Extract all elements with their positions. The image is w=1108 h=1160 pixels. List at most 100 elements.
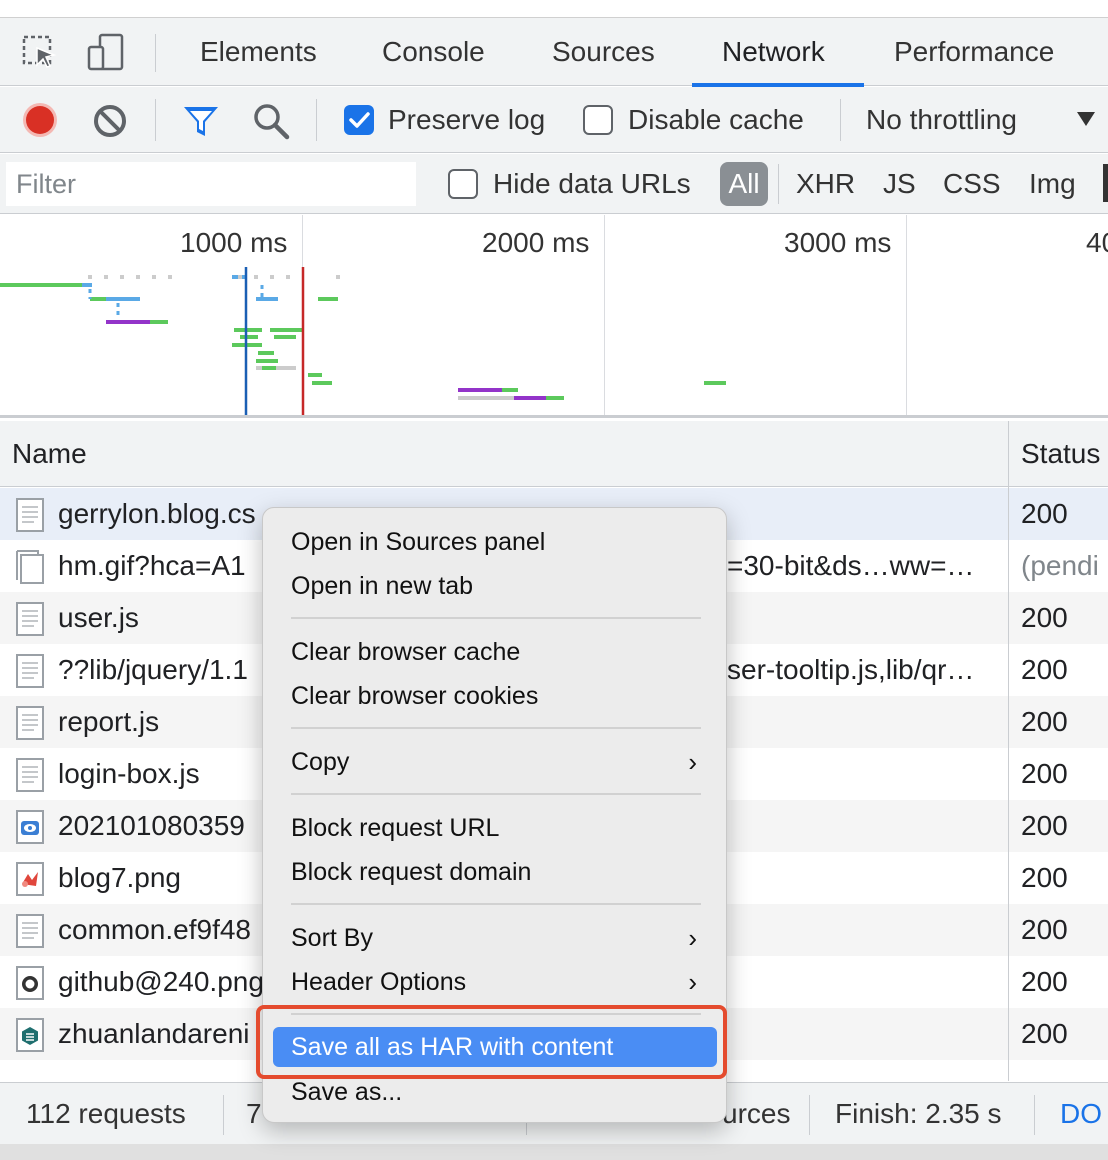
status-divider bbox=[223, 1095, 224, 1135]
request-status: 200 bbox=[1021, 862, 1068, 893]
menu-separator bbox=[291, 903, 701, 905]
type-filter-js[interactable]: JS bbox=[883, 154, 916, 214]
request-name-overflow: =30-bit&ds…ww=… bbox=[727, 550, 975, 581]
request-status: 200 bbox=[1021, 654, 1068, 685]
toolbar-divider bbox=[840, 99, 841, 141]
request-count: 112 requests bbox=[26, 1098, 186, 1129]
request-name: gerrylon.blog.cs bbox=[58, 498, 256, 529]
resources-size: urces bbox=[722, 1098, 791, 1129]
menu-item-copy[interactable]: Copy › bbox=[273, 742, 717, 782]
window-bottom-strip bbox=[0, 1144, 1108, 1160]
request-name: hm.gif?hca=A1 bbox=[58, 550, 246, 581]
hide-data-urls-label[interactable]: Hide data URLs bbox=[493, 154, 691, 214]
request-status: 200 bbox=[1021, 810, 1068, 841]
request-name: login-box.js bbox=[58, 758, 200, 789]
finish-time: Finish: 2.35 s bbox=[835, 1098, 1002, 1129]
search-icon[interactable] bbox=[252, 102, 290, 145]
menu-item-open-in-new-tab[interactable]: Open in new tab bbox=[273, 566, 717, 606]
type-filter-xhr[interactable]: XHR bbox=[796, 154, 855, 214]
image-file-icon bbox=[16, 862, 44, 896]
inspect-element-icon[interactable] bbox=[20, 32, 60, 72]
request-status: 200 bbox=[1021, 758, 1068, 789]
toolbar-divider bbox=[155, 99, 156, 141]
hide-data-urls-checkbox[interactable] bbox=[448, 169, 478, 199]
tab-network[interactable]: Network bbox=[722, 18, 825, 86]
column-header-name[interactable]: Name bbox=[12, 421, 87, 487]
type-filter-overflow bbox=[1103, 164, 1108, 202]
status-divider bbox=[1034, 1095, 1035, 1135]
tab-console[interactable]: Console bbox=[382, 18, 485, 86]
preserve-log-checkbox[interactable] bbox=[344, 105, 374, 135]
menu-item-block-request-url[interactable]: Block request URL bbox=[273, 808, 717, 848]
throttling-select[interactable]: No throttling bbox=[866, 87, 1017, 153]
menu-item-open-in-sources[interactable]: Open in Sources panel bbox=[273, 522, 717, 562]
request-name: zhuanlandareni bbox=[58, 1018, 250, 1049]
menu-separator bbox=[291, 727, 701, 729]
menu-item-block-request-domain[interactable]: Block request domain bbox=[273, 852, 717, 892]
disable-cache-label[interactable]: Disable cache bbox=[628, 87, 804, 153]
request-status: 200 bbox=[1021, 914, 1068, 945]
menu-item-clear-browser-cookies[interactable]: Clear browser cookies bbox=[273, 676, 717, 716]
menu-item-clear-browser-cache[interactable]: Clear browser cache bbox=[273, 632, 717, 672]
request-name: user.js bbox=[58, 602, 139, 633]
column-header-status[interactable]: Status bbox=[1021, 421, 1100, 487]
disable-cache-checkbox[interactable] bbox=[583, 105, 613, 135]
request-status: 200 bbox=[1021, 1018, 1068, 1049]
image-file-icon bbox=[16, 810, 44, 844]
request-status: (pendi bbox=[1021, 550, 1099, 581]
column-divider bbox=[1008, 421, 1009, 1081]
filter-input[interactable] bbox=[6, 162, 416, 206]
dom-content-loaded: DO bbox=[1060, 1098, 1102, 1129]
type-filter-all[interactable]: All bbox=[720, 162, 768, 206]
tab-elements[interactable]: Elements bbox=[200, 18, 317, 86]
script-file-icon bbox=[16, 706, 44, 740]
chevron-right-icon: › bbox=[688, 923, 697, 953]
filter-icon[interactable] bbox=[181, 103, 221, 144]
toolbar-divider bbox=[316, 99, 317, 141]
dropdown-arrow-icon[interactable] bbox=[1076, 111, 1096, 132]
request-status: 200 bbox=[1021, 498, 1068, 529]
script-file-icon bbox=[16, 654, 44, 688]
type-filter-css[interactable]: CSS bbox=[943, 154, 1001, 214]
request-name: 202101080359 bbox=[58, 810, 245, 841]
clear-icon[interactable] bbox=[92, 103, 128, 144]
request-status: 200 bbox=[1021, 966, 1068, 997]
chevron-right-icon: › bbox=[688, 967, 697, 997]
image-file-icon bbox=[16, 966, 44, 1000]
request-name: github@240.png bbox=[58, 966, 264, 997]
network-overview[interactable]: 1000 ms 2000 ms 3000 ms 40 bbox=[0, 215, 1108, 418]
filter-bar: Hide data URLs All XHR JS CSS Img bbox=[0, 154, 1108, 214]
device-toolbar-icon[interactable] bbox=[87, 32, 127, 72]
stylesheet-file-icon bbox=[16, 914, 44, 948]
devtools-tab-bar: Elements Console Sources Network Perform… bbox=[0, 18, 1108, 87]
request-status: 200 bbox=[1021, 602, 1068, 633]
transferred-size: 7 bbox=[246, 1098, 262, 1129]
request-name: ??lib/jquery/1.1 bbox=[58, 654, 248, 685]
tab-sources[interactable]: Sources bbox=[552, 18, 655, 86]
request-status: 200 bbox=[1021, 706, 1068, 737]
tab-divider bbox=[155, 34, 156, 72]
request-name: common.ef9f48 bbox=[58, 914, 251, 945]
menu-separator bbox=[291, 617, 701, 619]
script-file-icon bbox=[16, 602, 44, 636]
window-top-strip bbox=[0, 0, 1108, 18]
tab-performance[interactable]: Performance bbox=[894, 18, 1054, 86]
network-toolbar: Preserve log Disable cache No throttling bbox=[0, 87, 1108, 153]
record-icon[interactable] bbox=[22, 102, 58, 143]
script-file-icon bbox=[16, 758, 44, 792]
chevron-right-icon: › bbox=[688, 747, 697, 777]
image-file-icon bbox=[16, 1018, 44, 1052]
requests-table-header: Name Status bbox=[0, 421, 1108, 487]
menu-separator bbox=[291, 793, 701, 795]
document-icon bbox=[16, 498, 44, 532]
annotation-highlight-box bbox=[256, 1005, 727, 1079]
blank-file-icon bbox=[16, 550, 44, 584]
preserve-log-label[interactable]: Preserve log bbox=[388, 87, 545, 153]
status-divider bbox=[809, 1095, 810, 1135]
menu-item-header-options[interactable]: Header Options › bbox=[273, 962, 717, 1002]
type-filter-divider bbox=[778, 164, 779, 204]
type-filter-img[interactable]: Img bbox=[1029, 154, 1076, 214]
request-name-overflow: ser-tooltip.js,lib/qr… bbox=[727, 654, 975, 685]
menu-item-sort-by[interactable]: Sort By › bbox=[273, 918, 717, 958]
waterfall-overview-bars bbox=[0, 267, 726, 415]
